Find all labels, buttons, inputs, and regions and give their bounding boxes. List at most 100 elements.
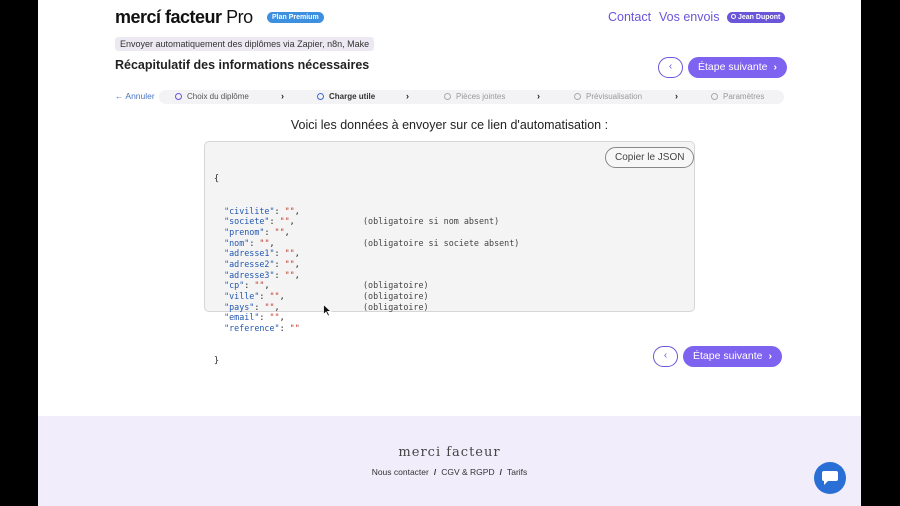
json-field-line: "adresse3": "", [224,269,300,280]
json-key: "pays" [224,301,255,312]
json-value: "" [284,248,295,259]
json-key: "ville" [224,291,260,301]
mouse-cursor-icon [323,304,332,317]
plan-badge: Plan Premium [267,12,324,23]
json-key: "reference" [224,323,280,334]
cancel-link[interactable]: ← Annuler [115,91,155,101]
step-previsualisation[interactable]: Prévisualisation [574,92,642,101]
footer-link-tarifs[interactable]: Tarifs [507,467,527,477]
step-separator: › [281,91,284,101]
next-step-button-bottom[interactable]: Étape suivante › [683,346,782,367]
circle-icon [711,93,718,100]
json-comma: , [294,205,300,216]
json-key: "civilite" [224,205,275,216]
intro-text: Voici les données à envoyer sur ce lien … [290,118,609,132]
footer-link-contact[interactable]: Nous contacter [372,467,429,477]
brand-main: mercí facteur [115,7,222,27]
circle-icon [444,93,451,100]
json-comma: , [294,258,300,269]
json-key: "adresse2" [224,258,275,269]
json-value: "" [269,312,280,323]
workflow-chip: Envoyer automatiquement des diplômes via… [115,37,375,51]
footer-links: Nous contacter / CGV & RGPD / Tarifs [38,467,861,477]
json-key: "cp" [224,280,245,291]
json-value: "" [274,226,285,237]
json-note: (obligatoire) [363,301,429,312]
json-value: "" [279,216,290,227]
chevron-left-icon: ‹ [668,61,673,72]
json-value: "" [284,258,295,269]
json-field-line: "prenom": "", [224,226,290,237]
json-value: "" [284,269,295,280]
step-label: Paramètres [723,92,765,101]
user-name: Jean Dupont [738,14,781,21]
footer: merci facteur Nous contacter / CGV & RGPD /… [38,416,861,506]
chevron-right-icon: › [768,350,772,362]
circle-icon [574,93,581,100]
footer-link-cgv[interactable]: CGV & RGPD [441,467,494,477]
next-step-button-top[interactable]: Étape suivante › [688,57,787,78]
chat-widget-button[interactable] [814,462,846,494]
json-note: (obligatoire) [363,291,429,301]
json-key: "adresse3" [224,269,275,280]
nav-contact[interactable]: Contact [608,10,651,24]
back-button-top[interactable]: ‹ [658,57,683,78]
user-badge[interactable]: Jean Dupont [727,12,786,23]
json-key: "adresse1" [224,248,275,259]
json-key: "prenom" [224,226,265,237]
json-comma: , [279,291,285,301]
next-step-label: Étape suivante [693,350,763,362]
json-value: "" [264,301,275,312]
step-separator: › [675,91,678,101]
arrow-left-icon: ← [115,91,124,101]
json-field-line: "adresse1": "", [224,248,300,259]
json-open-brace: { [214,173,220,184]
json-field-line: "email": "", [224,312,285,323]
footer-separator: / [433,467,437,477]
user-icon [731,14,736,19]
step-separator: › [406,91,409,101]
json-field-line: "civilite": "", [224,205,300,216]
stepper: ← Annuler Choix du diplôme › Charge util… [115,90,784,104]
json-close-brace: } [214,355,220,366]
json-field-line: "nom": "", (obligatoire si societe absent… [224,237,520,248]
brand-pro: Pro [226,7,253,27]
json-comma: , [264,280,270,291]
json-comma: , [284,226,290,237]
json-field-line: "cp": "", (obligatoire) [224,280,429,291]
next-step-label: Étape suivante [698,61,768,73]
json-value: "" [289,323,300,334]
step-label: Prévisualisation [586,92,643,101]
chat-bubble-icon [822,471,838,485]
json-lines: { "civilite": "", "societe": "", (obligat… [214,152,520,387]
step-label: Charge utile [329,92,376,101]
json-key: "societe" [224,216,270,227]
step-pieces-jointes[interactable]: Pièces jointes [444,92,505,101]
chevron-right-icon: › [773,61,777,73]
step-label: Choix du diplôme [187,92,249,101]
step-parametres[interactable]: Paramètres [711,92,764,101]
copy-json-button[interactable]: Copier le JSON [605,147,695,168]
step-choix-diplome[interactable]: Choix du diplôme [175,92,249,101]
page: mercí facteur Pro Plan Premium Contact V… [38,0,861,506]
json-value: "" [269,291,280,301]
nav-vos-envois[interactable]: Vos envois [659,10,719,24]
json-key: "email" [224,312,260,323]
json-field-line: "pays": "", (obligatoire) [224,301,429,312]
json-value: "" [259,237,270,248]
brand-logo[interactable]: mercí facteur Pro [115,7,253,28]
json-fields: "civilite": "", "societe": "", (obligatoi… [214,205,520,334]
check-circle-icon [175,93,182,100]
json-code-block: { "civilite": "", "societe": "", (obligat… [204,141,695,365]
step-charge-utile[interactable]: Charge utile [317,92,375,101]
json-note: (obligatoire si societe absent) [363,237,520,248]
steps-bar: Choix du diplôme › Charge utile › Pièces… [159,90,784,104]
footer-separator: / [499,467,502,477]
json-key: "nom" [224,237,250,248]
footer-logo: merci facteur [398,445,501,460]
circle-icon [317,93,324,100]
json-field-line: "ville": "", (obligatoire) [224,291,429,301]
back-button-bottom[interactable]: ‹ [653,346,678,367]
json-field-line: "reference": "" [224,323,300,334]
json-field-line: "societe": "", (obligatoire si nom absent… [224,216,500,227]
